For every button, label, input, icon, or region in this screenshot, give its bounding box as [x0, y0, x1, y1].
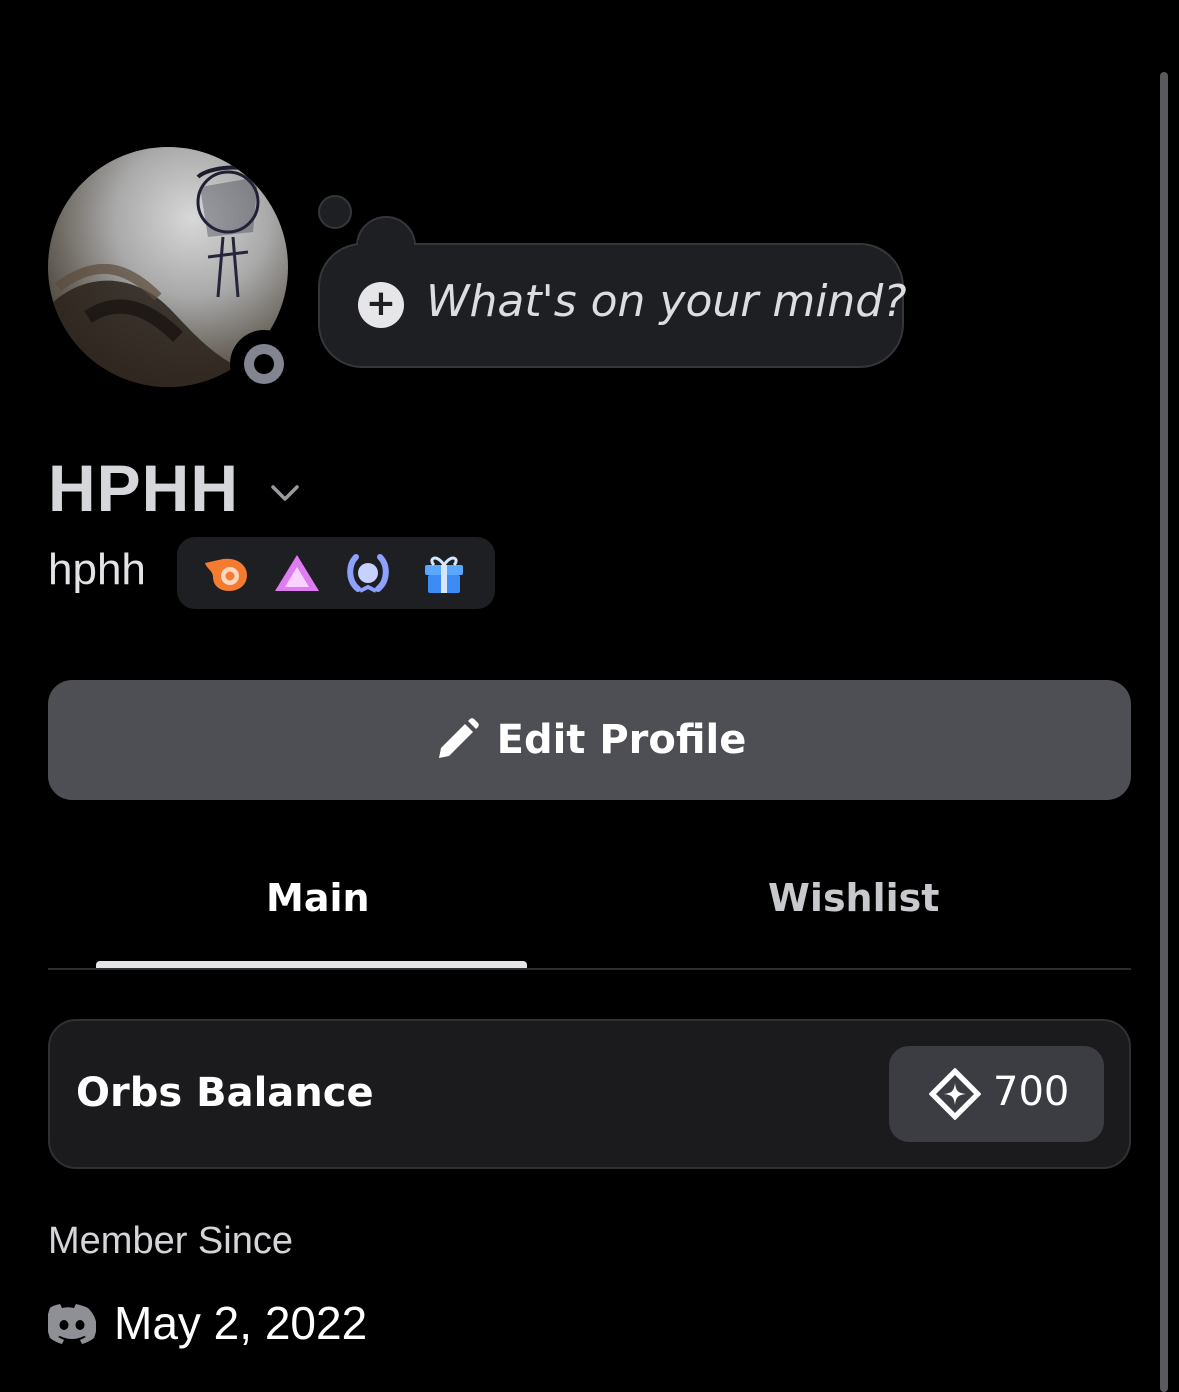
member-since-date: May 2, 2022 — [114, 1297, 368, 1349]
member-since-title: Member Since — [48, 1220, 293, 1262]
active-tab-indicator — [96, 961, 527, 968]
gift-badge[interactable] — [420, 549, 468, 597]
discord-icon — [48, 1304, 96, 1344]
badge-list — [177, 537, 495, 609]
display-name[interactable]: HPHH — [48, 450, 239, 526]
pencil-icon — [438, 718, 479, 758]
offline-status-icon — [230, 330, 298, 398]
orbs-balance-label: Orbs Balance — [76, 1070, 374, 1116]
orbs-balance-value: 700 — [993, 1069, 1070, 1115]
tab-divider — [48, 968, 1131, 970]
orb-icon — [929, 1068, 981, 1120]
chevron-down-icon[interactable] — [268, 476, 302, 510]
edit-profile-button[interactable]: Edit Profile — [48, 680, 1131, 800]
hypesquad-balance-badge[interactable] — [201, 549, 249, 597]
username: hphh — [48, 545, 146, 594]
scrollbar[interactable] — [1160, 72, 1168, 1392]
nitro-triangle-badge[interactable] — [273, 549, 321, 597]
status-placeholder[interactable]: What's on your mind? — [426, 276, 907, 327]
edit-profile-label: Edit Profile — [496, 717, 747, 763]
tab-wishlist[interactable]: Wishlist — [768, 876, 939, 920]
tab-main[interactable]: Main — [266, 876, 370, 920]
thought-bubble-dot — [318, 195, 352, 229]
plus-circle-icon[interactable]: + — [358, 282, 404, 328]
quest-laurel-badge[interactable] — [344, 549, 392, 597]
bubble-joint — [358, 240, 414, 250]
